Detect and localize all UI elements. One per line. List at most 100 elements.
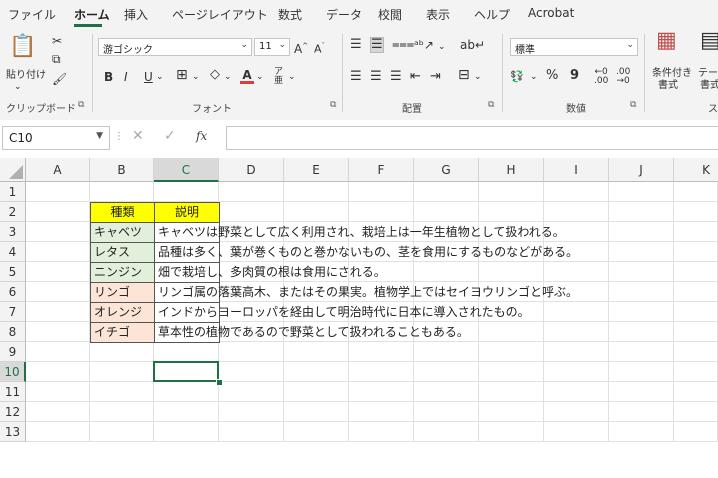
cell-k6[interactable] (674, 282, 718, 302)
decrease-indent-icon[interactable]: ⇤ (410, 70, 421, 84)
cell-a11[interactable] (26, 382, 90, 402)
cell-i5[interactable] (544, 262, 609, 282)
column-header-k[interactable]: K (674, 158, 718, 182)
percent-button[interactable]: % (546, 69, 558, 83)
currency-dropdown-icon[interactable]: ⌄ (530, 70, 538, 84)
cell-b9[interactable] (90, 342, 154, 362)
cell-k2[interactable] (674, 202, 718, 222)
conditional-formatting-label-2[interactable]: 書式 (658, 76, 678, 91)
align-center-icon[interactable]: ☰ (370, 70, 382, 84)
borders-dropdown-icon[interactable]: ⌄ (192, 70, 200, 84)
cell-j12[interactable] (609, 402, 674, 422)
column-header-b[interactable]: B (90, 158, 154, 182)
cell-k7[interactable] (674, 302, 718, 322)
cell-g13[interactable] (414, 422, 479, 442)
cell-d10[interactable] (219, 362, 284, 382)
selected-cell-c10[interactable] (153, 361, 219, 382)
cell-i12[interactable] (544, 402, 609, 422)
phonetic-dropdown-icon[interactable]: ⌄ (288, 70, 296, 84)
cell-b12[interactable] (90, 402, 154, 422)
format-as-table-label-2[interactable]: 書式 (700, 76, 718, 91)
cell-k3[interactable] (674, 222, 718, 242)
format-painter-icon[interactable]: 🖌 (52, 72, 67, 86)
cell-a1[interactable] (26, 182, 90, 202)
increase-font-size-icon[interactable]: A^ (294, 39, 308, 56)
cell-c5[interactable]: 畑で栽培し、多肉質の根は食用にされる。 (154, 262, 386, 283)
merge-center-icon[interactable]: ⊟ (458, 68, 470, 82)
cell-a2[interactable] (26, 202, 90, 222)
tab-review[interactable]: 校閲 (378, 6, 402, 23)
cell-g12[interactable] (414, 402, 479, 422)
underline-button[interactable]: U (144, 70, 153, 84)
cell-c13[interactable] (154, 422, 219, 442)
row-header-2[interactable]: 2 (0, 202, 26, 222)
borders-icon[interactable]: ⊞ (176, 68, 188, 82)
underline-dropdown-icon[interactable]: ⌄ (156, 70, 164, 84)
currency-icon[interactable]: 💱 (510, 70, 524, 84)
cell-c3[interactable]: キャベツは野菜として広く利用され、栽培上は一年生植物として扱われる。 (154, 222, 565, 243)
row-header-6[interactable]: 6 (0, 282, 26, 302)
cell-d13[interactable] (219, 422, 284, 442)
tab-help[interactable]: ヘルプ (474, 6, 510, 23)
cell-b8[interactable]: イチゴ (90, 322, 155, 343)
cell-b5[interactable]: ニンジン (90, 262, 155, 283)
cell-h13[interactable] (479, 422, 544, 442)
cell-a6[interactable] (26, 282, 90, 302)
cell-k8[interactable] (674, 322, 718, 342)
cell-h11[interactable] (479, 382, 544, 402)
clipboard-launcher-icon[interactable]: ⧉ (78, 100, 84, 110)
cell-h9[interactable] (479, 342, 544, 362)
phonetic-icon[interactable]: ア亜 (274, 68, 283, 86)
cell-c12[interactable] (154, 402, 219, 422)
cancel-icon[interactable]: ✕ (132, 129, 144, 143)
font-name-select[interactable]: 游ゴシック ⌄ (98, 38, 252, 56)
cell-i1[interactable] (544, 182, 609, 202)
column-header-d[interactable]: D (219, 158, 284, 182)
cell-e10[interactable] (284, 362, 349, 382)
cell-a12[interactable] (26, 402, 90, 422)
tab-home[interactable]: ホーム (74, 6, 110, 23)
cell-b3[interactable]: キャベツ (90, 222, 155, 243)
cell-c7[interactable]: インドからヨーロッパを経由して明治時代に日本に導入されたもの。 (154, 302, 530, 323)
column-header-h[interactable]: H (479, 158, 544, 182)
copy-icon[interactable]: ⧉ (52, 52, 61, 66)
cell-a3[interactable] (26, 222, 90, 242)
cell-c8[interactable]: 草本性の植物であるので野菜として扱われることもある。 (154, 322, 469, 343)
conditional-formatting-icon[interactable]: ▦ (656, 30, 677, 52)
cell-a13[interactable] (26, 422, 90, 442)
cell-f13[interactable] (349, 422, 414, 442)
cell-a9[interactable] (26, 342, 90, 362)
cell-k10[interactable] (674, 362, 718, 382)
cell-g5[interactable] (414, 262, 479, 282)
decrease-font-size-icon[interactable]: Aˇ (314, 39, 325, 57)
cell-d2[interactable] (219, 202, 284, 222)
row-header-10[interactable]: 10 (0, 362, 26, 382)
cell-c9[interactable] (154, 342, 219, 362)
cell-b1[interactable] (90, 182, 154, 202)
align-right-icon[interactable]: ☰ (390, 70, 402, 84)
cell-e11[interactable] (284, 382, 349, 402)
cell-h2[interactable] (479, 202, 544, 222)
cell-k12[interactable] (674, 402, 718, 422)
decrease-decimal-icon[interactable]: .00 →0 (616, 68, 630, 86)
cell-b4[interactable]: レタス (90, 242, 155, 263)
cell-c6[interactable]: リンゴ属の落葉高木、またはその果実。植物学上ではセイヨウリンゴと呼ぶ。 (154, 282, 578, 303)
cell-j4[interactable] (609, 242, 674, 262)
cell-j7[interactable] (609, 302, 674, 322)
format-as-table-icon[interactable]: ▤ (700, 30, 718, 52)
cell-e13[interactable] (284, 422, 349, 442)
wrap-text-icon[interactable]: ab↵ (460, 38, 485, 52)
cell-e12[interactable] (284, 402, 349, 422)
tab-file[interactable]: ファイル (8, 6, 56, 23)
cut-icon[interactable]: ✂ (52, 34, 62, 48)
cell-j10[interactable] (609, 362, 674, 382)
cell-b7[interactable]: オレンジ (90, 302, 155, 323)
cell-j13[interactable] (609, 422, 674, 442)
cell-g11[interactable] (414, 382, 479, 402)
row-header-13[interactable]: 13 (0, 422, 26, 442)
cell-h12[interactable] (479, 402, 544, 422)
merge-dropdown-icon[interactable]: ⌄ (474, 70, 482, 84)
row-header-7[interactable]: 7 (0, 302, 26, 322)
paste-dropdown-icon[interactable]: ⌄ (14, 80, 22, 94)
tab-page-layout[interactable]: ページレイアウト (172, 6, 268, 23)
